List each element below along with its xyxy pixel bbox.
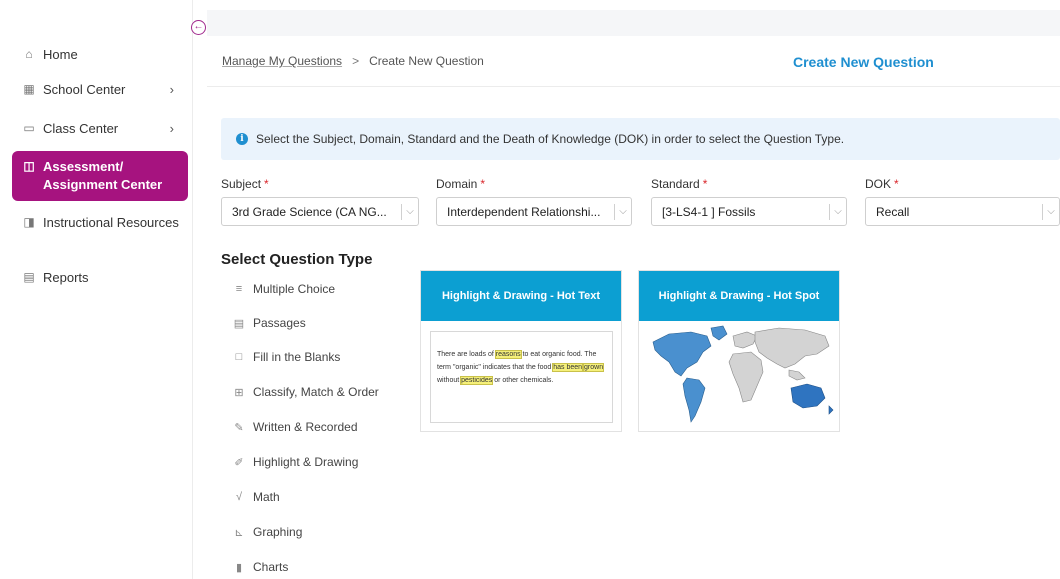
info-banner: i Select the Subject, Domain, Standard a… (221, 118, 1060, 160)
chevron-right-icon: › (169, 121, 174, 136)
dok-select[interactable]: Recall ⌵ (865, 197, 1060, 226)
sidebar: ⌂ Home ▦ School Center › ▭ Class Center … (0, 0, 193, 579)
sidebar-item-label: Home (43, 47, 78, 62)
highlighted-word: grown (583, 363, 605, 372)
question-type-multiple-choice[interactable]: ≡ Multiple Choice (233, 282, 335, 296)
sidebar-item-class-center[interactable]: ▭ Class Center › (12, 120, 188, 138)
bar-chart-icon: ▮ (235, 561, 243, 574)
card-title: Highlight & Drawing - Hot Spot (639, 271, 839, 321)
highlighted-word: reasons (494, 350, 522, 359)
grid-icon: ⊞ (234, 386, 244, 399)
chevron-down-icon: ⌵ (406, 206, 414, 217)
breadcrumb-link[interactable]: Manage My Questions (222, 54, 342, 68)
sqrt-icon: √ (235, 491, 243, 503)
arrow-left-icon: ← (193, 21, 204, 32)
page-title: Create New Question (793, 54, 934, 70)
card-hot-text[interactable]: Highlight & Drawing - Hot Text There are… (420, 270, 622, 432)
standard-select[interactable]: [3-LS4-1 ] Fossils ⌵ (651, 197, 847, 226)
pencil-icon: ✎ (234, 421, 244, 434)
subject-select[interactable]: 3rd Grade Science (CA NG... ⌵ (221, 197, 419, 226)
sidebar-item-label: Assessment/ Assignment Center (43, 159, 163, 192)
sidebar-item-label: Class Center (43, 121, 119, 136)
book-open-icon: ◨ (23, 215, 35, 229)
highlighted-word: pesticides (460, 376, 494, 385)
subject-value: 3rd Grade Science (CA NG... (232, 204, 387, 219)
standard-value: [3-LS4-1 ] Fossils (662, 204, 756, 219)
book-icon: ◫ (23, 159, 35, 173)
domain-label: Domain * (436, 177, 486, 191)
card-title: Highlight & Drawing - Hot Text (421, 271, 621, 321)
sidebar-item-reports[interactable]: ▤ Reports (12, 269, 188, 287)
document-icon: ▤ (23, 270, 35, 284)
highlighted-word: has been (552, 363, 584, 372)
collapse-sidebar-button[interactable]: ← (191, 20, 206, 35)
highlight-icon: ✐ (234, 456, 244, 469)
question-type-highlight-drawing[interactable]: ✐ Highlight & Drawing (233, 455, 358, 469)
chevron-down-icon: ⌵ (619, 206, 627, 217)
sidebar-item-label: Reports (43, 270, 89, 285)
list-icon: ≡ (235, 283, 243, 295)
domain-select[interactable]: Interdependent Relationshi... ⌵ (436, 197, 632, 226)
question-type-heading: Select Question Type (221, 251, 373, 268)
hot-text-sample: There are loads of reasons to eat organi… (430, 331, 613, 423)
breadcrumb-separator: > (352, 54, 360, 68)
sidebar-item-school-center[interactable]: ▦ School Center › (12, 81, 188, 99)
chevron-down-icon: ⌵ (1047, 206, 1055, 217)
sidebar-item-label: School Center (43, 82, 126, 97)
info-text: Select the Subject, Domain, Standard and… (256, 132, 845, 146)
question-type-charts[interactable]: ▮ Charts (233, 560, 288, 574)
sidebar-item-label: Instructional Resources (43, 215, 179, 230)
chevron-right-icon: › (169, 82, 174, 97)
breadcrumb-current: Create New Question (369, 54, 484, 68)
question-type-math[interactable]: √ Math (233, 490, 280, 504)
graph-icon: ⊾ (234, 526, 244, 539)
sidebar-item-instructional-resources[interactable]: ◨ Instructional Resources (12, 214, 188, 232)
subject-label: Subject * (221, 177, 269, 191)
question-type-written-recorded[interactable]: ✎ Written & Recorded (233, 420, 357, 434)
home-icon: ⌂ (25, 47, 33, 61)
dok-value: Recall (876, 204, 910, 219)
card-hot-spot[interactable]: Highlight & Drawing - Hot Spot (638, 270, 840, 432)
passage-icon: ▤ (233, 317, 245, 330)
building-icon: ▦ (23, 82, 35, 96)
domain-value: Interdependent Relationshi... (447, 204, 601, 219)
standard-label: Standard * (651, 177, 708, 191)
monitor-icon: ▭ (23, 121, 35, 135)
breadcrumb: Manage My Questions > Create New Questio… (222, 54, 484, 68)
dok-label: DOK * (865, 177, 899, 191)
blank-icon: □ (235, 351, 243, 363)
top-bar (207, 10, 1060, 36)
chevron-down-icon: ⌵ (834, 206, 842, 217)
sidebar-item-assessment-center[interactable]: ◫ Assessment/ Assignment Center (12, 151, 188, 201)
world-map-image (652, 325, 834, 423)
question-type-graphing[interactable]: ⊾ Graphing (233, 525, 302, 539)
question-type-classify-match-order[interactable]: ⊞ Classify, Match & Order (233, 385, 378, 399)
question-type-passages[interactable]: ▤ Passages (233, 316, 306, 330)
info-icon: i (236, 133, 248, 145)
sidebar-item-home[interactable]: ⌂ Home (12, 46, 188, 64)
question-type-fill-in-the-blanks[interactable]: □ Fill in the Blanks (233, 350, 341, 364)
divider (207, 86, 1060, 87)
